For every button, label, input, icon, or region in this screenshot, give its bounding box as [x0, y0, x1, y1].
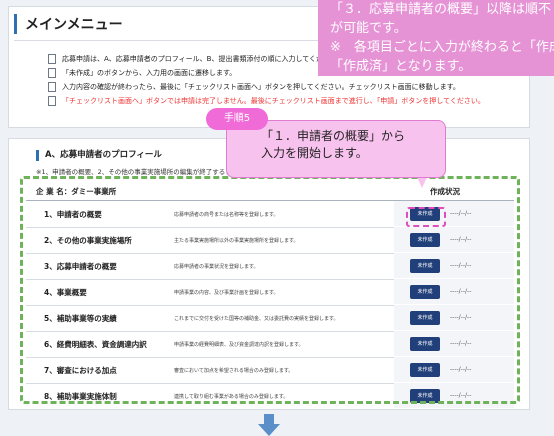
document-icon	[48, 54, 56, 64]
step-text-line2: 入力を開始します。	[261, 146, 368, 160]
section-title: A、応募申請者のプロフィール	[36, 150, 162, 161]
instruction-item-warning: 「チェックリスト画面へ」ボタンでは申請は完了しません。最後にチェックリスト画面ま…	[48, 94, 508, 108]
instruction-item: 入力内容の確認が終わったら、最後に「チェックリスト画面へ」ボタンを押してください…	[48, 80, 508, 94]
step-text-line1: 「１．申請者の概要」から	[261, 129, 406, 143]
callout-note: 「３．応募申請者の概要」以降は順不 が可能です。 ※ 各項目ごとに入力が終わると…	[318, 0, 554, 76]
arrow-down-icon	[258, 414, 280, 436]
section-note: ※1、申請者の概要、2、その他の事業実施場所の編集が終了すると、	[36, 168, 238, 176]
highlight-frame-pink	[406, 207, 446, 227]
document-icon	[48, 96, 56, 106]
page-title: メインメニュー	[14, 14, 123, 34]
document-icon	[48, 68, 56, 78]
document-icon	[48, 82, 56, 92]
step-badge: 手順5	[206, 108, 268, 130]
